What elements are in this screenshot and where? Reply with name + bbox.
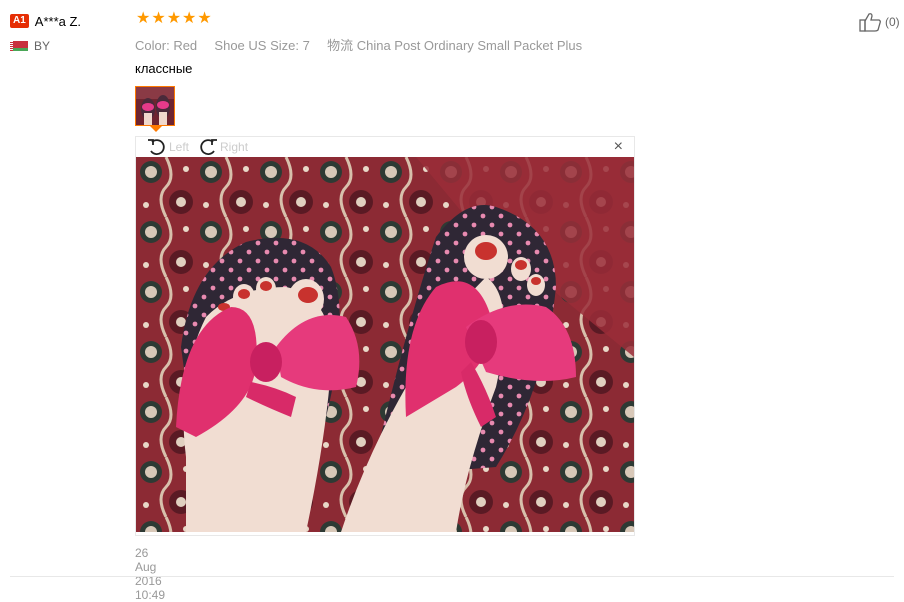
shipping-label: 物流 xyxy=(327,38,354,53)
star-icon: ★ xyxy=(166,10,182,27)
review-date: 26 Aug 2016 10:49 xyxy=(135,546,166,602)
reviewer-row: A1 A***a Z. xyxy=(10,12,130,30)
reviewer-country-row: BY xyxy=(10,39,130,53)
review-attributes: Color: Red Shoe US Size: 7 物流 China Post… xyxy=(135,35,582,54)
reviewer-country: BY xyxy=(34,39,51,53)
shoe-size-value: 7 xyxy=(302,38,310,53)
like-count: (0) xyxy=(885,15,900,29)
helpful-like-button[interactable]: (0) xyxy=(859,12,900,32)
star-icon: ★ xyxy=(136,10,151,27)
thumbnail-pointer xyxy=(150,126,162,132)
star-icon: ★ xyxy=(197,10,212,27)
rotate-right-label: Right xyxy=(220,140,249,154)
star-rating: ★ ★ ★ ★ ★ xyxy=(136,11,212,27)
rotate-right-icon xyxy=(200,139,218,155)
reviewer-name: A***a Z. xyxy=(34,13,82,29)
shoe-size-label: Shoe US Size: xyxy=(214,38,299,53)
star-icon: ★ xyxy=(182,10,197,27)
star-icon: ★ xyxy=(151,10,166,27)
reviewer-info: A1 A***a Z. BY xyxy=(10,12,130,53)
rotate-left-button[interactable]: Left xyxy=(146,137,189,157)
rotate-left-icon xyxy=(148,139,165,155)
rotate-left-label: Left xyxy=(169,140,190,154)
review-photo xyxy=(136,157,634,532)
review-text: классные xyxy=(135,61,193,76)
photo-viewer: Left Right × xyxy=(135,136,635,536)
review-divider xyxy=(10,576,894,577)
belarus-flag-icon xyxy=(10,41,28,51)
buyer-level-badge: A1 xyxy=(10,14,29,28)
shipping-value: China Post Ordinary Small Packet Plus xyxy=(356,38,583,53)
color-label: Color: xyxy=(135,38,170,53)
close-viewer-button[interactable]: × xyxy=(614,139,623,155)
photo-viewer-toolbar: Left Right xyxy=(146,137,248,157)
thumbs-up-icon xyxy=(859,13,881,32)
color-value: Red xyxy=(173,38,198,53)
review-photo-thumbnail[interactable] xyxy=(135,86,175,126)
rotate-right-button[interactable]: Right xyxy=(197,137,248,157)
